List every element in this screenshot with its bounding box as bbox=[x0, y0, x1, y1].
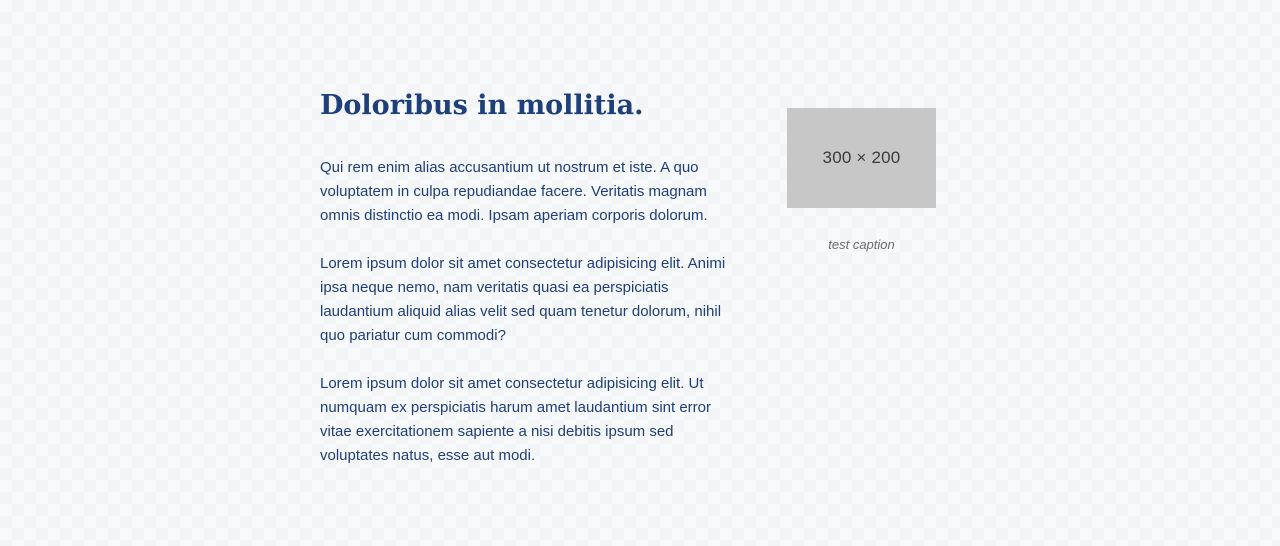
article-paragraph: Lorem ipsum dolor sit amet consectetur a… bbox=[320, 255, 726, 344]
article: Doloribus in mollitia. Qui rem enim alia… bbox=[320, 88, 740, 492]
figure: 300 × 200 test caption bbox=[787, 108, 936, 252]
figure-caption: test caption bbox=[828, 237, 895, 252]
article-title: Doloribus in mollitia. bbox=[320, 90, 644, 121]
article-paragraph: Lorem ipsum dolor sit amet consectetur a… bbox=[320, 375, 712, 464]
article-paragraph: Qui rem enim alias accusantium ut nostru… bbox=[320, 159, 708, 224]
image-placeholder: 300 × 200 bbox=[787, 108, 936, 208]
image-placeholder-label: 300 × 200 bbox=[822, 148, 901, 167]
